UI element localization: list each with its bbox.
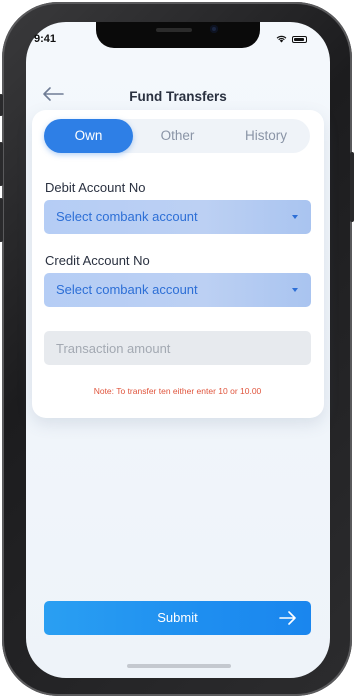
debit-account-label: Debit Account No: [45, 180, 146, 195]
back-arrow-icon[interactable]: [41, 86, 65, 102]
notch: [96, 22, 260, 48]
transaction-amount-input[interactable]: [44, 331, 311, 365]
submit-button[interactable]: Submit: [44, 601, 311, 635]
credit-account-select[interactable]: Select combank account: [44, 273, 311, 307]
power-button: [350, 152, 354, 222]
home-indicator: [127, 664, 231, 668]
battery-icon: [292, 35, 307, 43]
caret-down-icon: [292, 215, 298, 219]
arrow-right-icon: [279, 611, 296, 625]
volume-up-button: [0, 142, 3, 186]
volume-down-button: [0, 198, 3, 242]
tab-own[interactable]: Own: [44, 119, 133, 153]
page-title: Fund Transfers: [129, 89, 227, 104]
tab-history[interactable]: History: [222, 119, 310, 153]
silent-switch: [0, 94, 3, 116]
status-time: 9:41: [34, 33, 57, 45]
transfer-tabs: Own Other History: [44, 119, 310, 153]
debit-account-select[interactable]: Select combank account: [44, 200, 311, 234]
wifi-icon: [276, 35, 287, 43]
debit-account-value: Select combank account: [56, 209, 198, 224]
credit-account-value: Select combank account: [56, 282, 198, 297]
amount-note: Note: To transfer ten either enter 10 or…: [93, 386, 262, 396]
status-icons: [276, 35, 307, 43]
caret-down-icon: [292, 288, 298, 292]
earpiece-speaker: [156, 28, 192, 32]
tab-other[interactable]: Other: [133, 119, 222, 153]
credit-account-label: Credit Account No: [45, 253, 150, 268]
submit-label: Submit: [157, 610, 198, 625]
front-camera: [210, 25, 218, 33]
